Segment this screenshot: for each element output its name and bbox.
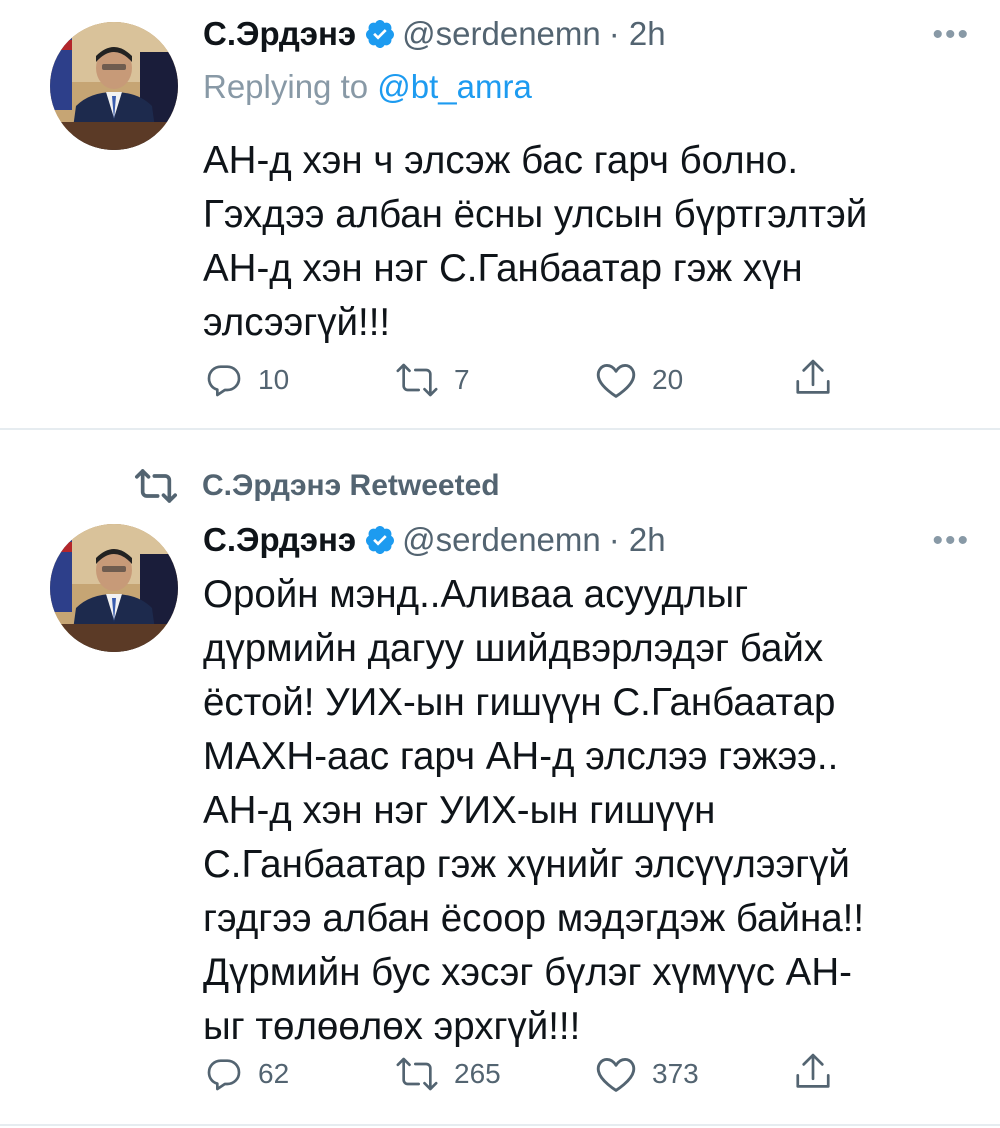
tweet-text: Оройн мэнд..Аливаа асуудлыг дүрмийн дагу… — [203, 573, 865, 1048]
retweet-icon — [396, 1057, 438, 1091]
reply-icon — [207, 1059, 241, 1091]
like-button[interactable]: 373 — [594, 1054, 699, 1094]
tweet-header: С.Эрдэнэ @serdenemn · 2h — [203, 518, 666, 562]
share-icon — [796, 1053, 830, 1088]
avatar-photo — [50, 524, 178, 652]
like-button[interactable]: 20 — [594, 360, 683, 400]
tweet-time[interactable]: · 2h — [609, 521, 666, 559]
tweet-divider — [0, 1124, 1000, 1126]
avatar[interactable] — [50, 524, 178, 652]
replying-prefix: Replying to — [203, 68, 369, 105]
more-options-icon[interactable]: ••• — [932, 524, 970, 558]
like-icon — [596, 1058, 636, 1092]
avatar-photo — [50, 22, 178, 150]
like-count: 20 — [652, 364, 684, 395]
retweet-icon — [135, 469, 178, 503]
share-button[interactable] — [792, 356, 834, 400]
retweet-button[interactable]: 7 — [394, 360, 470, 400]
retweet-banner: С.Эрдэнэ Retweeted — [132, 466, 500, 506]
verified-badge-icon — [366, 526, 395, 554]
like-icon — [596, 364, 636, 398]
share-icon — [796, 359, 830, 394]
tweet[interactable]: С.Эрдэнэ Retweeted С.Эрдэнэ @serdenemn ·… — [0, 432, 1000, 1122]
more-options-icon[interactable]: ••• — [932, 18, 970, 52]
tweet-actions: 62 265 373 — [0, 1048, 1000, 1098]
like-count: 373 — [652, 1058, 699, 1089]
author-name[interactable]: С.Эрдэнэ — [203, 15, 356, 53]
share-button[interactable] — [792, 1050, 834, 1094]
author-name[interactable]: С.Эрдэнэ — [203, 521, 356, 559]
tweet-header: С.Эрдэнэ @serdenemn · 2h — [203, 12, 666, 56]
retweet-button[interactable]: 265 — [394, 1054, 501, 1094]
tweet[interactable]: С.Эрдэнэ @serdenemn · 2h ••• Replying to… — [0, 0, 1000, 430]
retweet-count: 7 — [454, 364, 470, 395]
retweet-count: 265 — [454, 1058, 501, 1089]
tweet-divider — [0, 428, 1000, 430]
author-handle[interactable]: @serdenemn — [402, 521, 601, 559]
replying-to: Replying to @bt_amra — [203, 68, 532, 106]
reply-count: 62 — [258, 1058, 290, 1089]
reply-button[interactable]: 10 — [204, 360, 289, 400]
author-handle[interactable]: @serdenemn — [402, 15, 601, 53]
tweet-time[interactable]: · 2h — [609, 15, 666, 53]
retweet-icon — [396, 363, 438, 397]
reply-button[interactable]: 62 — [204, 1054, 289, 1094]
avatar[interactable] — [50, 22, 178, 150]
replying-mention-link[interactable]: @bt_amra — [377, 68, 532, 105]
retweeted-by-label[interactable]: С.Эрдэнэ Retweeted — [202, 469, 500, 503]
tweet-text: АН-д хэн ч элсэж бас гарч болно. Гэхдээ … — [203, 139, 868, 344]
reply-icon — [207, 365, 241, 397]
verified-badge-icon — [366, 20, 395, 48]
tweet-actions: 10 7 20 — [0, 354, 1000, 404]
reply-count: 10 — [258, 364, 290, 395]
